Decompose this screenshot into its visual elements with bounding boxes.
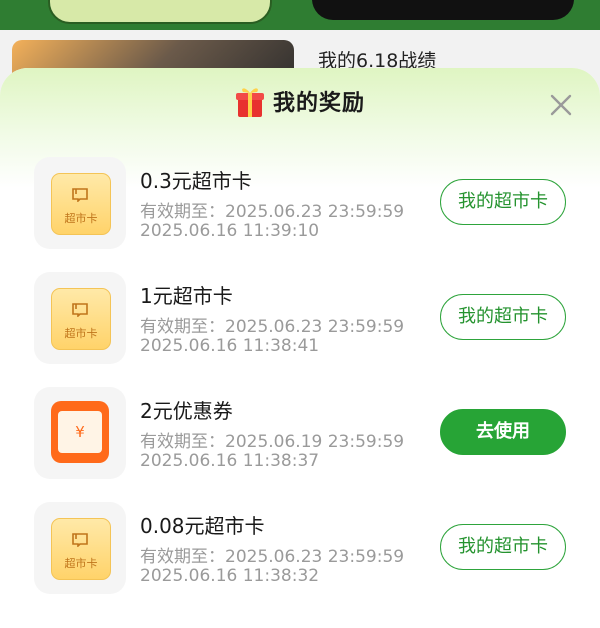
card-glyph-icon	[72, 303, 88, 317]
rewards-sheet: 我的奖励 超市卡 0.3元超市卡 有效期至：2025.06.23 23:59:5…	[0, 68, 600, 628]
yen-icon: ¥	[75, 423, 85, 441]
sheet-header: 我的奖励	[0, 84, 600, 122]
use-now-button[interactable]: 去使用	[440, 409, 566, 455]
coupon-inner: ¥	[58, 411, 102, 453]
reward-thumbnail: 超市卡	[34, 272, 126, 364]
background-pill-button	[48, 0, 272, 24]
reward-issued-time: 2025.06.16 11:39:10	[140, 221, 320, 241]
card-icon-label: 超市卡	[64, 557, 98, 570]
supermarket-card-icon: 超市卡	[51, 518, 111, 580]
reward-item: 超市卡 0.3元超市卡 有效期至：2025.06.23 23:59:59 202…	[0, 157, 600, 255]
background-pill-button-dark	[312, 0, 574, 20]
reward-issued-time: 2025.06.16 11:38:41	[140, 336, 320, 356]
my-supermarket-card-button[interactable]: 我的超市卡	[440, 294, 566, 340]
reward-thumbnail: 超市卡	[34, 502, 126, 594]
reward-thumbnail: 超市卡	[34, 157, 126, 249]
reward-issued-time: 2025.06.16 11:38:32	[140, 566, 320, 586]
reward-name: 1元超市卡	[140, 284, 233, 308]
reward-name: 0.3元超市卡	[140, 169, 252, 193]
reward-name: 2元优惠券	[140, 399, 233, 423]
supermarket-card-icon: 超市卡	[51, 288, 111, 350]
supermarket-card-icon: 超市卡	[51, 173, 111, 235]
card-icon-label: 超市卡	[64, 327, 98, 340]
reward-valid-until: 有效期至：2025.06.23 23:59:59	[140, 547, 405, 567]
reward-valid-until: 有效期至：2025.06.19 23:59:59	[140, 432, 405, 452]
my-supermarket-card-button[interactable]: 我的超市卡	[440, 524, 566, 570]
gift-icon	[235, 88, 264, 117]
reward-valid-until: 有效期至：2025.06.23 23:59:59	[140, 202, 405, 222]
reward-name: 0.08元超市卡	[140, 514, 265, 538]
reward-item: 超市卡 1元超市卡 有效期至：2025.06.23 23:59:59 2025.…	[0, 272, 600, 370]
card-glyph-icon	[72, 533, 88, 547]
reward-issued-time: 2025.06.16 11:38:37	[140, 451, 320, 471]
reward-item: ¥ 2元优惠券 有效期至：2025.06.19 23:59:59 2025.06…	[0, 387, 600, 485]
my-supermarket-card-button[interactable]: 我的超市卡	[440, 179, 566, 225]
reward-thumbnail: ¥	[34, 387, 126, 479]
reward-item: 超市卡 0.08元超市卡 有效期至：2025.06.23 23:59:59 20…	[0, 502, 600, 600]
close-icon[interactable]	[546, 90, 576, 120]
sheet-title-group: 我的奖励	[235, 84, 365, 118]
card-icon-label: 超市卡	[64, 212, 98, 225]
sheet-title: 我的奖励	[272, 91, 365, 116]
coupon-icon: ¥	[51, 401, 109, 463]
reward-valid-until: 有效期至：2025.06.23 23:59:59	[140, 317, 405, 337]
card-glyph-icon	[72, 188, 88, 202]
